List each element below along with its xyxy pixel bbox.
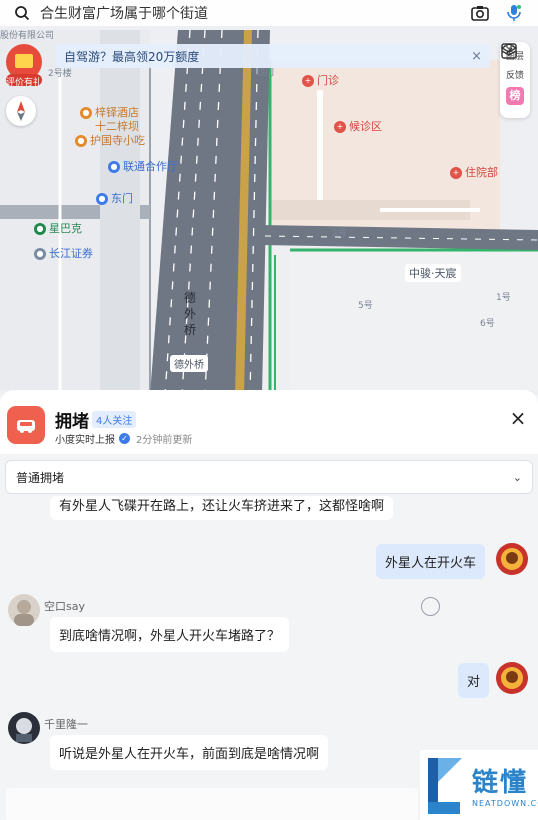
loading-indicator xyxy=(421,597,440,616)
map-poi-waiting[interactable]: + 候诊区 xyxy=(334,118,382,134)
close-icon[interactable]: × xyxy=(508,408,528,428)
panel-title: 拥堵 xyxy=(55,412,89,432)
watermark-en: NEATDOWN.COM xyxy=(472,799,538,808)
comment-bubble: 到底啥情况啊，外星人开火车堵路了？ xyxy=(50,617,290,652)
map-label-bridge-vertical: 德外桥 xyxy=(184,291,197,337)
ranking-button[interactable]: 榜 xyxy=(506,87,524,105)
search-input[interactable]: 合生财富广场属于哪个街道 xyxy=(40,3,456,23)
panel-header: 拥堵 4人关注 小度实时上报 ✓ 2分钟前更新 × xyxy=(0,390,538,454)
comment-input[interactable] xyxy=(6,788,418,820)
search-icon xyxy=(15,6,30,21)
eval-gift-label: 评价有礼 xyxy=(6,78,43,88)
map-poi-unicom[interactable]: ● 联通合作厅 xyxy=(108,158,178,174)
map-poi-snack[interactable]: ● 护国寺小吃 xyxy=(75,132,145,148)
select-value: 普通拥堵 xyxy=(16,470,65,485)
map-poi-east-gate[interactable]: ● 东门 xyxy=(96,190,133,206)
map-poi-starbucks[interactable]: ● 星巴克 xyxy=(34,220,82,236)
search-bar[interactable]: 合生财富广场属于哪个街道 xyxy=(0,0,538,26)
food-icon: ● xyxy=(75,135,87,147)
map-label-bridge: 德外桥 xyxy=(170,355,208,372)
map-poi-changjiang[interactable]: ● 长江证券 xyxy=(34,245,93,261)
map-label-6hao: 6号 xyxy=(480,319,495,329)
map-label-company: 股份有限公司 xyxy=(0,31,55,41)
update-time: 2分钟前更新 xyxy=(136,435,193,446)
promo-banner[interactable]: 自驾游？最高领20万额度 × xyxy=(56,44,490,68)
microphone-icon[interactable] xyxy=(504,3,524,23)
map-view[interactable]: 股份有限公司 2号楼 四门 ● 梓铎酒店 十二梓坝 ● 护国寺小吃 ● 联通合作厅 ●… xyxy=(0,0,538,395)
bank-icon: ● xyxy=(34,248,46,260)
comment-username: 空口say xyxy=(44,600,85,613)
hospital-icon: + xyxy=(334,121,346,133)
traffic-jam-icon xyxy=(7,406,45,444)
camera-icon[interactable] xyxy=(470,3,490,23)
chevron-down-icon: ⌄ xyxy=(512,470,522,484)
gate-icon: ● xyxy=(96,193,108,205)
map-poi-clinic[interactable]: + 门诊 xyxy=(302,72,339,88)
map-label-1hao: 1号 xyxy=(496,293,511,303)
map-poi-inpatient[interactable]: + 住院部 xyxy=(450,164,498,180)
hospital-icon: + xyxy=(302,75,314,87)
compass-button[interactable] xyxy=(6,96,36,126)
map-label-zhongjun[interactable]: 中骏·天宸 xyxy=(405,264,461,282)
avatar[interactable] xyxy=(8,712,40,744)
comment-bubble: 听说是外星人在开火车，前面到底是啥情况啊 xyxy=(50,735,329,770)
logo-mark-icon xyxy=(426,754,466,816)
shop-icon: ● xyxy=(108,161,120,173)
map-toolbar: 图层 反馈 榜 xyxy=(500,42,530,118)
follow-count-badge: 4人关注 xyxy=(92,411,137,428)
comment-bubble-self: 外星人在开火车 xyxy=(376,544,486,579)
map-label-5hao: 5号 xyxy=(358,301,373,311)
coffee-icon: ● xyxy=(34,223,46,235)
hospital-icon: + xyxy=(450,167,462,179)
feedback-button[interactable]: 反馈 xyxy=(501,43,524,81)
eval-gift-badge[interactable]: 评价有礼 xyxy=(2,42,46,90)
avatar[interactable] xyxy=(496,543,528,575)
ranking-icon: 榜 xyxy=(506,87,524,105)
watermark-logo: 链懂 NEATDOWN.COM xyxy=(420,750,538,820)
promo-text: 自驾游？最高领20万额度 xyxy=(64,49,200,64)
report-info: 小度实时上报 ✓ 2分钟前更新 xyxy=(55,431,192,446)
comment-bubble: 有外星人飞碟开在路上，还让火车挤进来了，这都怪啥啊 xyxy=(50,496,394,520)
reporter-name: 小度实时上报 xyxy=(55,435,115,446)
avatar[interactable] xyxy=(496,662,528,694)
map-label-2hao: 2号 xyxy=(332,229,347,239)
avatar[interactable] xyxy=(8,594,40,626)
chevron-down-icon xyxy=(503,43,515,51)
promo-close-icon[interactable]: × xyxy=(471,49,482,64)
congestion-type-select[interactable]: 普通拥堵 ⌄ xyxy=(5,460,533,494)
comment-bubble-self: 对 xyxy=(458,663,490,698)
hotel-icon: ● xyxy=(80,107,92,119)
verified-icon: ✓ xyxy=(119,433,130,444)
comment-username: 千里隆一 xyxy=(44,718,88,731)
compass-icon xyxy=(17,101,25,121)
watermark-cn: 链懂 xyxy=(472,768,529,798)
